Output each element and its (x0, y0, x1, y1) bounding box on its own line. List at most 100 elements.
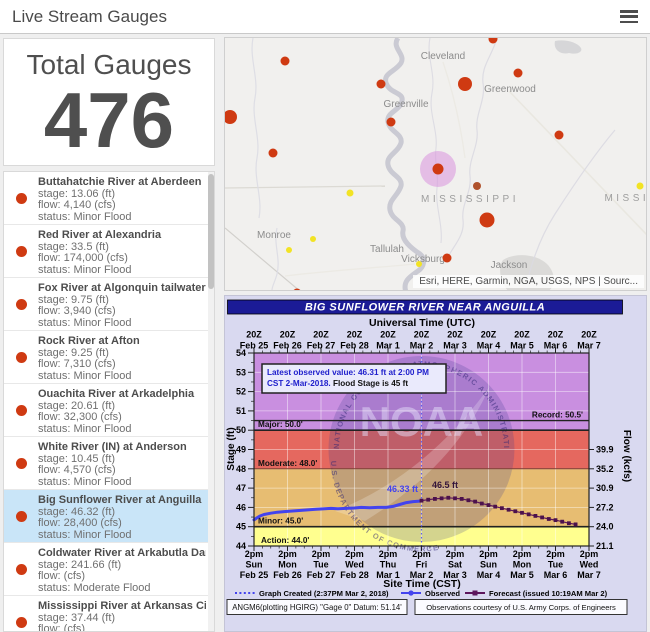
latest-observed-line1: Latest observed value: 46.31 ft at 2:00 … (267, 368, 429, 377)
svg-text:48: 48 (236, 464, 246, 474)
gauge-list-item[interactable]: Ouachita River at Arkadelphiastage: 20.6… (4, 384, 214, 437)
forecast-marker (534, 514, 538, 518)
map-gauge-dot[interactable] (416, 261, 422, 267)
svg-text:2pm: 2pm (412, 549, 431, 559)
svg-text:20Z: 20Z (447, 330, 463, 340)
map-gauge-dot[interactable] (443, 254, 452, 263)
svg-text:20Z: 20Z (246, 330, 262, 340)
map-panel[interactable]: ClevelandGreenvilleGreenwoodMISSISSIPPIM… (224, 37, 647, 291)
gauge-item-text: Ouachita River at Arkadelphia (38, 389, 206, 401)
svg-text:Mar 4: Mar 4 (477, 341, 501, 351)
svg-text:20Z: 20Z (514, 330, 530, 340)
map-gauge-dot[interactable] (286, 247, 292, 253)
svg-text:Thu: Thu (380, 560, 397, 570)
flow-axis-title: Flow (kcfs) (621, 430, 632, 482)
map-attribution[interactable]: Esri, HERE, Garmin, NGA, USGS, NPS | Sou… (413, 275, 644, 288)
gauge-list-item[interactable]: Fox River at Algonquin tailwaterstage: 9… (4, 278, 214, 331)
svg-text:Mar 1: Mar 1 (376, 341, 400, 351)
hamburger-menu-icon[interactable] (620, 10, 638, 24)
svg-text:20Z: 20Z (581, 330, 597, 340)
forecast-marker (554, 518, 558, 522)
map-gauge-dot[interactable] (225, 110, 237, 124)
map-gauge-dot[interactable] (555, 131, 564, 140)
map-gauge-dot[interactable] (347, 190, 354, 197)
svg-text:2pm: 2pm (345, 549, 364, 559)
gauge-item-text: status: Minor Flood (38, 318, 206, 330)
gauge-status-dot (16, 352, 27, 363)
gauge-list-item[interactable]: White River (IN) at Andersonstage: 10.45… (4, 437, 214, 490)
svg-text:20Z: 20Z (280, 330, 296, 340)
svg-text:35.2: 35.2 (596, 464, 614, 474)
forecast-marker (567, 521, 571, 525)
svg-text:53: 53 (236, 367, 246, 377)
svg-text:2pm: 2pm (245, 549, 264, 559)
map-gauge-dot[interactable] (293, 289, 302, 292)
svg-text:2pm: 2pm (513, 549, 532, 559)
gauge-item-text: flow: (cfs) (38, 571, 206, 583)
svg-text:Mar 5: Mar 5 (510, 570, 534, 580)
map-gauge-dot[interactable] (269, 149, 278, 158)
map-gauge-dot[interactable] (637, 183, 644, 190)
gauge-list-item[interactable]: Coldwater River at Arkabutla Damstage: 2… (4, 543, 214, 596)
gauge-item-text: stage: 10.45 (ft) (38, 454, 206, 466)
record-label: Record: 50.5' (532, 411, 583, 420)
svg-text:2pm: 2pm (446, 549, 465, 559)
total-gauges-card: Total Gauges 476 (3, 38, 215, 166)
svg-text:2pm: 2pm (312, 549, 331, 559)
chart-top-axis-title: Universal Time (UTC) (369, 317, 475, 329)
app-header: Live Stream Gauges (0, 0, 650, 34)
map-gauge-dot[interactable] (377, 80, 386, 89)
svg-text:Tue: Tue (548, 560, 563, 570)
gauge-list-item[interactable]: Big Sunflower River at Anguillastage: 46… (4, 490, 214, 543)
forecast-peak-label: 46.5 ft (432, 480, 458, 490)
list-scrollbar[interactable] (208, 172, 214, 631)
gauge-item-text: Mississippi River at Arkansas City (38, 601, 206, 613)
latest-observed-line2: CST 2-Mar-2018. Flood Stage is 45 ft (267, 379, 408, 388)
gauge-list: Buttahatchie River at Aberdeenstage: 13.… (3, 171, 215, 632)
map-gauge-dot[interactable] (281, 57, 290, 66)
gauge-list-item[interactable]: Mississippi River at Arkansas Citystage:… (4, 596, 214, 632)
gauge-item-text: flow: (cfs) (38, 624, 206, 632)
svg-text:Wed: Wed (580, 560, 599, 570)
svg-text:2pm: 2pm (379, 549, 398, 559)
svg-text:2pm: 2pm (546, 549, 565, 559)
svg-text:Feb 26: Feb 26 (273, 570, 302, 580)
svg-text:21.1: 21.1 (596, 541, 614, 551)
svg-text:20Z: 20Z (548, 330, 564, 340)
map-gauge-dot[interactable] (310, 236, 316, 242)
map-gauge-dot[interactable] (480, 213, 495, 228)
svg-text:Mar 6: Mar 6 (544, 570, 568, 580)
gauge-list-item[interactable]: Rock River at Aftonstage: 9.25 (ft)flow:… (4, 331, 214, 384)
map-place-label: Greenville (383, 99, 428, 110)
map-gauge-dot[interactable] (458, 77, 472, 91)
gauge-item-text: White River (IN) at Anderson (38, 442, 206, 454)
list-scrollbar-thumb[interactable] (208, 174, 214, 289)
map-gauge-dot[interactable] (489, 38, 498, 44)
gauge-list-item[interactable]: Red River at Alexandriastage: 33.5 (ft)f… (4, 225, 214, 278)
svg-text:Observed: Observed (425, 589, 460, 598)
gauge-item-text: stage: 20.61 (ft) (38, 401, 206, 413)
forecast-marker (493, 505, 497, 509)
map-place-label: Tallulah (370, 244, 404, 255)
map-gauge-dot[interactable] (514, 69, 523, 78)
gauge-item-text: flow: 7,310 (cfs) (38, 359, 206, 371)
map-gauge-dot[interactable] (433, 164, 444, 175)
svg-text:20Z: 20Z (380, 330, 396, 340)
forecast-marker (527, 512, 531, 516)
forecast-marker (440, 496, 444, 500)
map-gauge-dot[interactable] (387, 118, 396, 127)
gauge-item-text: stage: 37.44 (ft) (38, 613, 206, 625)
gauge-item-text: stage: 241.66 (ft) (38, 560, 206, 572)
svg-text:20Z: 20Z (313, 330, 329, 340)
svg-text:54: 54 (236, 348, 246, 358)
map-gauge-dot[interactable] (473, 182, 481, 190)
svg-text:Feb 28: Feb 28 (340, 570, 369, 580)
hydrograph-chart: BIG SUNFLOWER RIVER NEAR ANGUILLAUnivers… (225, 296, 647, 632)
gauge-item-text: status: Minor Flood (38, 265, 206, 277)
gauge-item-text: Red River at Alexandria (38, 230, 206, 242)
map-canvas[interactable]: ClevelandGreenvilleGreenwoodMISSISSIPPIM… (225, 38, 647, 291)
gauge-item-text: Big Sunflower River at Anguilla (38, 495, 206, 507)
map-place-label: Greenwood (484, 84, 536, 95)
gauge-list-item[interactable]: Buttahatchie River at Aberdeenstage: 13.… (4, 172, 214, 225)
gauge-status-dot (16, 617, 27, 628)
